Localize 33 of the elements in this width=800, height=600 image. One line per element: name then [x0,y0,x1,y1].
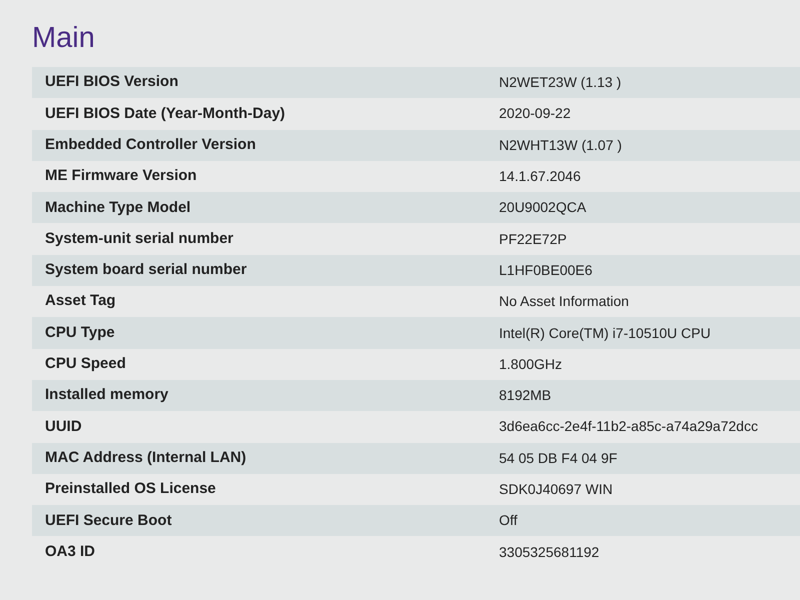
field-value: 54 05 DB F4 04 9F [499,448,618,468]
field-label: OA3 ID [45,542,96,560]
field-label: UEFI Secure Boot [45,512,172,529]
field-value: L1HF0BE00E6 [499,260,592,280]
field-label: CPU Speed [45,355,126,372]
field-label: UEFI BIOS Version [45,73,178,90]
field-value: N2WET23W (1.13 ) [499,73,622,92]
field-label: System board serial number [45,261,247,278]
field-value: 14.1.67.2046 [499,167,581,186]
field-label: System-unit serial number [45,230,234,247]
field-value: No Asset Information [499,292,629,312]
field-value: 3d6ea6cc-2e4f-11b2-a85c-a74a29a72dcc [499,417,758,436]
field-value: 8192MB [499,386,552,406]
field-value: 2020-09-22 [499,104,571,124]
field-label: Embedded Controller Version [45,136,256,153]
field-value: Intel(R) Core(TM) i7-10510U CPU [499,324,711,343]
field-label: CPU Type [45,324,115,341]
field-value: 20U9002QCA [499,198,586,218]
field-label: MAC Address (Internal LAN) [45,448,246,466]
field-value: PF22E72P [499,230,567,249]
field-value: 3305325681192 [499,542,600,562]
field-label: ME Firmware Version [45,167,197,184]
field-label: Asset Tag [45,292,116,310]
field-label: Preinstalled OS License [45,480,216,498]
field-label: UUID [45,418,82,435]
field-label: Installed memory [45,386,168,404]
page-title: Main [32,24,95,53]
field-label: UEFI BIOS Date (Year-Month-Day) [45,104,286,122]
field-value: N2WHT13W (1.07 ) [499,136,622,155]
field-value: SDK0J40697 WIN [499,480,613,499]
field-value: Off [499,511,518,530]
field-label: Machine Type Model [45,198,191,216]
field-value: 1.800GHz [499,354,562,374]
